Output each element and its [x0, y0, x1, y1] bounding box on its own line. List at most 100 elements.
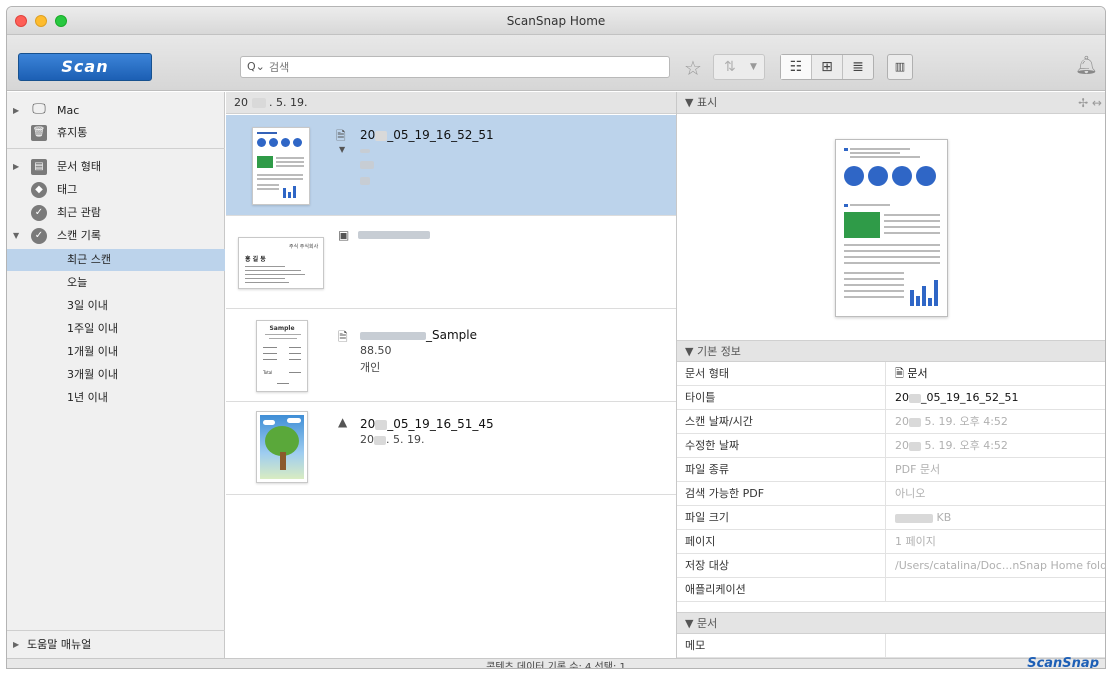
content-item-business-card[interactable]: 주식 주식회사 홍 길 동 ▣	[226, 217, 676, 309]
expand-arrow-icon[interactable]: ▶	[13, 156, 19, 178]
scan-history-icon: ✓	[31, 228, 47, 244]
help-manual-item[interactable]: ▶ 도움말 매뉴얼	[7, 630, 225, 658]
search-box[interactable]: Q⌄	[240, 56, 670, 78]
chevron-down-icon[interactable]: ▼	[339, 145, 345, 154]
sidebar-item-tag[interactable]: ◆ 태그	[7, 179, 225, 201]
sort-button[interactable]: ⇅ ▼	[713, 54, 765, 80]
recent-view-icon: ✓	[31, 205, 47, 221]
content-list: 20 . 5. 19. 🗎︎ ▼ 20 _05_19_16_52_51 주식 주…	[226, 92, 676, 658]
item-date-prefix: 20	[360, 433, 374, 446]
tag-icon: ◆	[31, 182, 47, 198]
redacted-block	[360, 149, 370, 153]
sidebar-item-label: 오늘	[67, 276, 88, 289]
status-text: 콘텐츠 데이터 기록 수: 4 선택: 1	[486, 662, 626, 669]
redacted-block	[909, 417, 921, 427]
info-value[interactable]: 🗎︎ 문서	[895, 362, 928, 386]
receipt-icon: 🗎︎	[338, 330, 348, 344]
info-key: 페이지	[685, 535, 716, 548]
sidebar-item-1-week[interactable]: 1주일 이내	[7, 318, 225, 340]
info-key: 파일 종류	[685, 463, 729, 476]
help-manual-label: 도움말 매뉴얼	[27, 638, 92, 651]
list-view-button[interactable]: ☷	[781, 55, 812, 79]
sidebar-item-label: 3일 이내	[67, 299, 108, 312]
thumbnail-view-button[interactable]: ⊞	[812, 55, 843, 79]
info-key: 파일 크기	[685, 511, 729, 524]
sidebar-item-today[interactable]: 오늘	[7, 272, 225, 294]
info-value-suffix: _05_19_16_52_51	[921, 391, 1019, 404]
details-panel: ▼ 표시 ✢ ↔ ▼ 기본 정보 문서 형태 🗎︎ 문서 타이틀 20 _05_…	[676, 92, 1105, 658]
collapse-arrow-icon[interactable]: ▼	[13, 225, 19, 247]
sidebar-item-1-month[interactable]: 1개월 이내	[7, 341, 225, 363]
document-icon: 🗎︎	[895, 367, 904, 380]
bell-icon[interactable]: 🔔︎	[1075, 55, 1098, 76]
item-title: 20 _05_19_16_51_45	[360, 417, 494, 431]
info-key: 애플리케이션	[685, 583, 746, 596]
sidebar-item-recent-view[interactable]: ✓ 최근 관람	[7, 202, 225, 224]
receipt-title-text: Sample	[269, 325, 295, 332]
info-value[interactable]: 20 _05_19_16_52_51	[895, 386, 1019, 410]
info-row-scan-date: 스캔 날짜/시간 20 5. 19. 오후 4:52	[677, 410, 1105, 434]
info-key: 문서 형태	[685, 367, 729, 380]
search-icon: Q⌄	[247, 60, 265, 73]
card-name-text: 홍 길 동	[245, 256, 266, 263]
item-date: 20 . 5. 19.	[360, 433, 424, 446]
panel-toggle-button[interactable]: ▥	[887, 54, 913, 80]
photo-icon: ▲	[338, 415, 348, 429]
business-card-thumbnail[interactable]: 주식 주식회사 홍 길 동	[238, 237, 324, 289]
content-item-receipt[interactable]: Sample Total 🗎︎ _Sample 88.50 개인	[226, 310, 676, 402]
info-key: 스캔 날짜/시간	[685, 415, 753, 428]
info-key: 검색 가능한 PDF	[685, 487, 765, 500]
document-preview	[835, 139, 948, 317]
sidebar-item-trash[interactable]: 🗑︎ 휴지통	[7, 122, 225, 144]
info-value: 1 페이지	[895, 535, 936, 548]
info-row-title: 타이틀 20 _05_19_16_52_51	[677, 386, 1105, 410]
sidebar-item-label: 1주일 이내	[67, 322, 118, 335]
sidebar-item-3-days[interactable]: 3일 이내	[7, 295, 225, 317]
sidebar-item-3-months[interactable]: 3개월 이내	[7, 364, 225, 386]
sidebar: ▶ 🖵︎ Mac 🗑︎ 휴지통 ▶ ▤ 문서 형태 ◆ 태그 ✓ 최근 관람 ▼…	[7, 92, 225, 658]
trash-icon: 🗑︎	[31, 125, 47, 141]
redacted-block	[360, 177, 370, 185]
item-title-suffix: _05_19_16_52_51	[387, 128, 494, 142]
business-card-icon: ▣	[338, 228, 350, 242]
item-title-prefix: 20	[360, 128, 376, 142]
view-section-header[interactable]: ▼ 표시 ✢ ↔	[677, 92, 1105, 114]
star-icon[interactable]: ☆	[684, 56, 702, 80]
info-value: 아니오	[895, 487, 926, 500]
info-row-save-location: 저장 대상 /Users/catalina/Doc...nSnap Home f…	[677, 554, 1105, 578]
content-item-document[interactable]: 🗎︎ ▼ 20 _05_19_16_52_51	[226, 115, 676, 216]
detail-view-button[interactable]: ≣	[843, 55, 873, 79]
panel-icon: ▥	[894, 60, 906, 73]
sidebar-item-label: 문서 형태	[57, 160, 101, 173]
sidebar-item-label: 1개월 이내	[67, 345, 118, 358]
card-company-text: 주식 주식회사	[289, 244, 319, 250]
view-mode-group: ☷ ⊞ ≣	[780, 54, 874, 80]
item-title: _Sample	[426, 328, 477, 342]
sidebar-item-document-type[interactable]: ▶ ▤ 문서 형태	[7, 156, 225, 178]
expand-icon[interactable]: ✢ ↔	[1078, 92, 1102, 114]
sidebar-item-label: Mac	[57, 104, 80, 117]
document-thumbnail[interactable]	[252, 127, 310, 205]
info-value: 20 5. 19. 오후 4:52	[895, 434, 1008, 458]
info-key: 저장 대상	[685, 559, 729, 572]
redacted-block	[895, 513, 933, 523]
sidebar-item-recent-scan[interactable]: 최근 스캔	[7, 249, 225, 271]
info-value: PDF 문서	[895, 463, 941, 476]
sidebar-item-scan-history[interactable]: ▼ ✓ 스캔 기록	[7, 225, 225, 247]
expand-arrow-icon[interactable]: ▶	[13, 100, 19, 122]
sidebar-item-label: 3개월 이내	[67, 368, 118, 381]
photo-thumbnail[interactable]	[256, 411, 308, 483]
sidebar-item-1-year[interactable]: 1년 이내	[7, 387, 225, 409]
sidebar-item-mac[interactable]: ▶ 🖵︎ Mac	[7, 100, 225, 122]
window-title: ScanSnap Home	[506, 14, 606, 28]
document-section-header[interactable]: ▼ 문서	[677, 612, 1105, 634]
scan-button[interactable]: Scan	[18, 53, 152, 81]
sidebar-item-label: 태그	[57, 183, 78, 196]
info-value-text: KB	[936, 511, 952, 524]
info-key: 수정한 날짜	[685, 439, 740, 452]
content-item-photo[interactable]: ▲ 20 _05_19_16_51_45 20 . 5. 19.	[226, 403, 676, 495]
basic-info-header[interactable]: ▼ 기본 정보	[677, 340, 1105, 362]
search-input[interactable]	[269, 59, 659, 75]
redacted-block	[358, 231, 430, 239]
receipt-thumbnail[interactable]: Sample Total	[256, 320, 308, 392]
